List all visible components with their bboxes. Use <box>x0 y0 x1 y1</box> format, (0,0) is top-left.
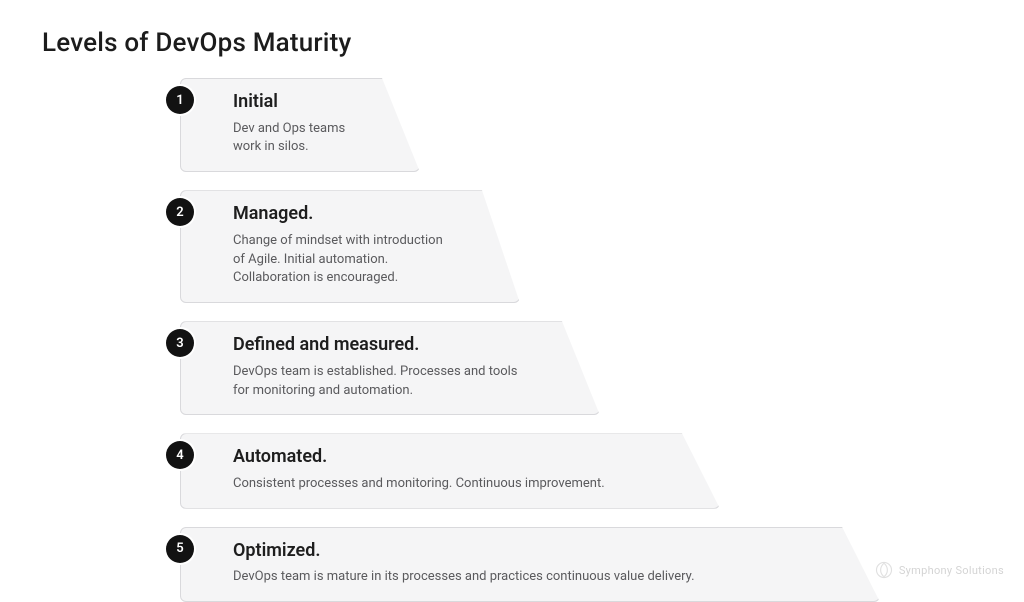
level-desc: Change of mindset with introduction of A… <box>233 232 455 289</box>
brand-watermark: Symphony Solutions <box>875 561 1004 579</box>
maturity-levels: 1 Initial Dev and Ops teams work in silo… <box>180 78 984 602</box>
level-card: Managed. Change of mindset with introduc… <box>180 190 520 303</box>
level-badge: 2 <box>166 198 194 226</box>
level-desc: DevOps team is established. Processes an… <box>233 363 535 401</box>
level-3: 3 Defined and measured. DevOps team is e… <box>180 321 984 415</box>
level-1: 1 Initial Dev and Ops teams work in silo… <box>180 78 984 172</box>
level-2: 2 Managed. Change of mindset with introd… <box>180 190 984 303</box>
level-4: 4 Automated. Consistent processes and mo… <box>180 433 984 508</box>
level-title: Initial <box>233 91 355 114</box>
level-title: Defined and measured. <box>233 334 535 357</box>
level-title: Managed. <box>233 203 455 226</box>
level-card: Initial Dev and Ops teams work in silos. <box>180 78 420 172</box>
page: Levels of DevOps Maturity 1 Initial Dev … <box>0 0 1024 591</box>
level-badge: 1 <box>166 86 194 114</box>
brand-name: Symphony Solutions <box>899 564 1004 577</box>
page-title: Levels of DevOps Maturity <box>42 28 984 58</box>
level-desc: Dev and Ops teams work in silos. <box>233 120 355 158</box>
brand-logo-icon <box>875 561 893 579</box>
level-card: Automated. Consistent processes and moni… <box>180 433 720 508</box>
level-badge: 5 <box>166 535 194 563</box>
level-desc: Consistent processes and monitoring. Con… <box>233 475 655 494</box>
level-desc: DevOps team is mature in its processes a… <box>233 568 815 587</box>
level-title: Optimized. <box>233 540 815 563</box>
level-card: Defined and measured. DevOps team is est… <box>180 321 600 415</box>
level-title: Automated. <box>233 446 655 469</box>
